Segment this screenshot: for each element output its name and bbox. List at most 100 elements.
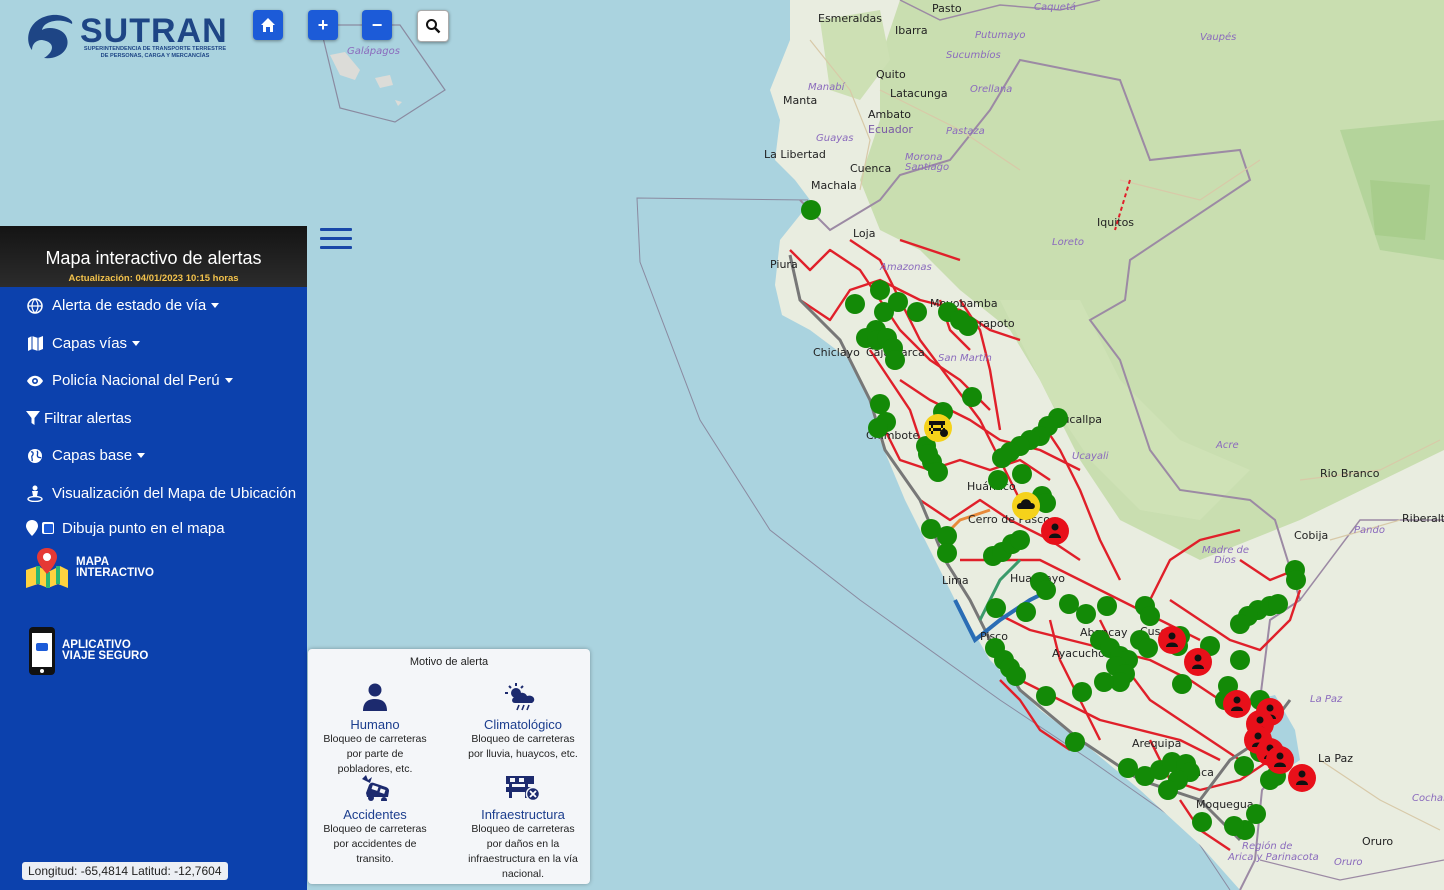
sidebar-item-filtrar-alertas[interactable]: Filtrar alertas bbox=[0, 400, 307, 438]
alert-marker-green[interactable] bbox=[845, 294, 865, 314]
legend-item-desc: Bloqueo de carreteras por parte de pobla… bbox=[305, 732, 445, 777]
sidebar-item-policia[interactable]: Policía Nacional del Perú bbox=[0, 362, 307, 400]
alert-marker-green[interactable] bbox=[1076, 604, 1096, 624]
alert-marker-green[interactable] bbox=[1012, 464, 1032, 484]
alert-marker-green[interactable] bbox=[1224, 816, 1244, 836]
alert-marker-green[interactable] bbox=[1006, 666, 1026, 686]
alert-marker-green[interactable] bbox=[1172, 674, 1192, 694]
map-label-city: Moquegua bbox=[1196, 798, 1254, 811]
alert-marker-green[interactable] bbox=[1036, 686, 1056, 706]
map-label-city: La Libertad bbox=[764, 148, 826, 161]
alert-marker-green[interactable] bbox=[1286, 570, 1306, 590]
sidebar-item-label: Capas vías bbox=[52, 334, 128, 352]
alert-marker-green[interactable] bbox=[958, 316, 978, 336]
zoom-out-button[interactable]: − bbox=[362, 10, 392, 40]
alert-marker-green[interactable] bbox=[1059, 594, 1079, 614]
alert-marker-green[interactable] bbox=[1118, 758, 1138, 778]
alert-marker-green[interactable] bbox=[907, 302, 927, 322]
alert-marker-red[interactable] bbox=[1288, 764, 1316, 792]
aplicativo-text: APLICATIVO VIAJE SEGURO bbox=[62, 639, 148, 662]
sidebar-item-capas-base[interactable]: Capas base bbox=[0, 437, 307, 475]
alert-marker-green[interactable] bbox=[1138, 638, 1158, 658]
sidebar-item-alerta-estado-via[interactable]: Alerta de estado de vía bbox=[0, 287, 307, 325]
alert-marker-green[interactable] bbox=[992, 448, 1012, 468]
alert-marker-yellow[interactable] bbox=[1012, 492, 1040, 520]
map-label-city: Latacunga bbox=[890, 87, 948, 100]
alert-marker-green[interactable] bbox=[1097, 596, 1117, 616]
alert-marker-green[interactable] bbox=[868, 418, 888, 438]
alert-marker-green[interactable] bbox=[870, 394, 890, 414]
person-icon bbox=[1254, 732, 1262, 740]
chevron-down-icon bbox=[137, 453, 146, 459]
alert-marker-green[interactable] bbox=[1065, 732, 1085, 752]
aplicativo-viaje-seguro-link[interactable]: APLICATIVO VIAJE SEGURO bbox=[28, 626, 148, 676]
legend-item-climatologico: Climatológico Bloqueo de carreteras por … bbox=[453, 683, 593, 762]
alert-marker-green[interactable] bbox=[1230, 614, 1250, 634]
map-label-region: Manabí bbox=[808, 81, 846, 93]
alert-marker-green[interactable] bbox=[1192, 812, 1212, 832]
interactive-map-icon bbox=[26, 548, 68, 588]
map-label-city: Cobija bbox=[1294, 529, 1328, 542]
legend-item-name: Infraestructura bbox=[481, 807, 565, 822]
mapa-interactivo-link[interactable]: MAPA INTERACTIVO bbox=[24, 546, 154, 590]
alert-marker-green[interactable] bbox=[937, 543, 957, 563]
search-button[interactable] bbox=[417, 10, 449, 42]
alert-marker-green[interactable] bbox=[1094, 672, 1114, 692]
draw-point-toggle[interactable]: Dibuja punto en el mapa bbox=[0, 512, 307, 544]
alert-marker-green[interactable] bbox=[962, 387, 982, 407]
mobile-phone-icon bbox=[29, 627, 55, 675]
legend-desc-line: Bloqueo de carreteras bbox=[471, 733, 575, 745]
alert-marker-green[interactable] bbox=[918, 444, 938, 464]
hamburger-line bbox=[320, 237, 352, 240]
alert-marker-yellow[interactable] bbox=[924, 414, 952, 442]
alert-marker-green[interactable] bbox=[1234, 756, 1254, 776]
map-label-region: Pando bbox=[1354, 525, 1385, 536]
alert-marker-green[interactable] bbox=[988, 470, 1008, 490]
alert-marker-green[interactable] bbox=[1010, 530, 1030, 550]
person-icon bbox=[363, 683, 387, 711]
search-icon bbox=[426, 19, 441, 34]
alert-marker-green[interactable] bbox=[888, 292, 908, 312]
map-label-region: Putumayo bbox=[975, 30, 1026, 41]
map-label-region: Ucayali bbox=[1072, 451, 1109, 462]
sutran-logo: SUTRAN SUPERINTENDENCIA DE TRANSPORTE TE… bbox=[22, 10, 232, 66]
coordinates-readout: Longitud: -65,4814 Latitud: -12,7604 bbox=[22, 862, 228, 880]
legend-item-desc: Bloqueo de carreteras por accidentes de … bbox=[305, 822, 445, 867]
alert-marker-green[interactable] bbox=[1072, 682, 1092, 702]
sidebar-item-visualizacion-mapa[interactable]: Visualización del Mapa de Ubicación bbox=[0, 475, 307, 513]
logo-subtitle-line-2: DE PERSONAS, CARGA Y MERCANCÍAS bbox=[100, 52, 210, 59]
map-label-city: Esmeraldas bbox=[818, 12, 882, 25]
legend-desc-line: infraestructura en la vía bbox=[468, 853, 578, 865]
alert-marker-green[interactable] bbox=[986, 598, 1006, 618]
legend-desc-line: por daños en la bbox=[486, 838, 560, 850]
map-label-city: Piura bbox=[770, 258, 798, 271]
alert-marker-red[interactable] bbox=[1266, 746, 1294, 774]
zoom-in-button[interactable]: + bbox=[308, 10, 338, 40]
map-label-city: Riberalta bbox=[1402, 512, 1444, 525]
menu-toggle-button[interactable] bbox=[320, 228, 352, 250]
map-label-city: Quito bbox=[876, 68, 906, 81]
alert-marker-red[interactable] bbox=[1184, 648, 1212, 676]
map-label-region: Pastaza bbox=[946, 126, 985, 137]
draw-point-checkbox[interactable] bbox=[42, 522, 54, 534]
sidebar-item-capas-vias[interactable]: Capas vías bbox=[0, 325, 307, 363]
alert-marker-green[interactable] bbox=[801, 200, 821, 220]
alert-marker-green[interactable] bbox=[1230, 650, 1250, 670]
alert-marker-green[interactable] bbox=[928, 462, 948, 482]
alert-marker-green[interactable] bbox=[870, 280, 890, 300]
alert-marker-red[interactable] bbox=[1158, 626, 1186, 654]
alert-marker-green[interactable] bbox=[1016, 602, 1036, 622]
filter-icon bbox=[26, 409, 40, 427]
alert-marker-green[interactable] bbox=[1158, 780, 1178, 800]
alert-marker-green[interactable] bbox=[1268, 594, 1288, 614]
home-button[interactable] bbox=[253, 10, 283, 40]
legend-desc-line: por lluvia, huaycos, etc. bbox=[468, 748, 578, 760]
alert-marker-green[interactable] bbox=[1140, 606, 1160, 626]
map-label-region: Amazonas bbox=[879, 262, 932, 273]
alert-marker-green[interactable] bbox=[885, 350, 905, 370]
alert-marker-red[interactable] bbox=[1041, 517, 1069, 545]
alert-marker-green[interactable] bbox=[1036, 580, 1056, 600]
person-icon bbox=[1051, 523, 1059, 531]
update-timestamp: Actualización: 04/01/2023 10:15 horas bbox=[68, 273, 239, 284]
alert-marker-red[interactable] bbox=[1223, 690, 1251, 718]
